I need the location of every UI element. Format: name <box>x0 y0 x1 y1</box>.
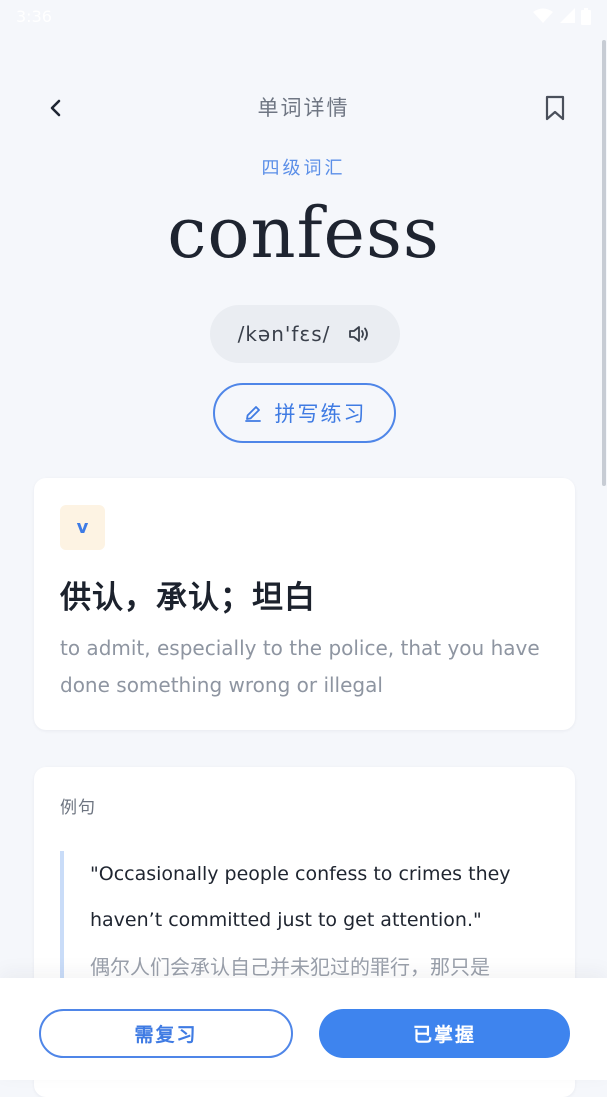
word-headword: confess <box>167 192 440 274</box>
status-bar: 3:36 <box>0 0 607 32</box>
wifi-icon <box>533 8 553 23</box>
speaker-icon <box>348 324 372 344</box>
bookmark-icon <box>545 95 565 121</box>
spell-practice-button[interactable]: 拼写练习 <box>213 383 396 443</box>
mastered-button[interactable]: 已掌握 <box>319 1009 570 1058</box>
example-quote: "Occasionally people confess to crimes t… <box>60 851 550 987</box>
definition-card: v 供认，承认；坦白 to admit, especially to the p… <box>34 478 575 730</box>
needs-review-button[interactable]: 需复习 <box>39 1009 293 1058</box>
bottom-action-bar: 需复习 已掌握 <box>0 978 607 1080</box>
example-label: 例句 <box>60 798 96 818</box>
signal-icon <box>560 8 575 23</box>
meaning-english: to admit, especially to the police, that… <box>60 636 540 697</box>
battery-icon <box>581 7 591 25</box>
word-level-tag: 四级词汇 <box>261 158 346 179</box>
meaning-chinese: 供认，承认；坦白 <box>60 580 316 616</box>
status-icons <box>533 7 591 25</box>
part-of-speech-badge: v <box>60 505 105 550</box>
page-title: 单词详情 <box>257 96 350 120</box>
status-time: 3:36 <box>16 6 52 26</box>
phonetic-text: /kən'fɛs/ <box>237 322 331 346</box>
pencil-icon <box>244 406 261 422</box>
spell-practice-label: 拼写练习 <box>274 402 367 426</box>
pronunciation-button[interactable]: /kən'fɛs/ <box>210 305 400 363</box>
bookmark-button[interactable] <box>533 86 577 130</box>
example-sentence-english: "Occasionally people confess to crimes t… <box>90 863 511 931</box>
top-bar: 单词详情 <box>0 80 607 132</box>
